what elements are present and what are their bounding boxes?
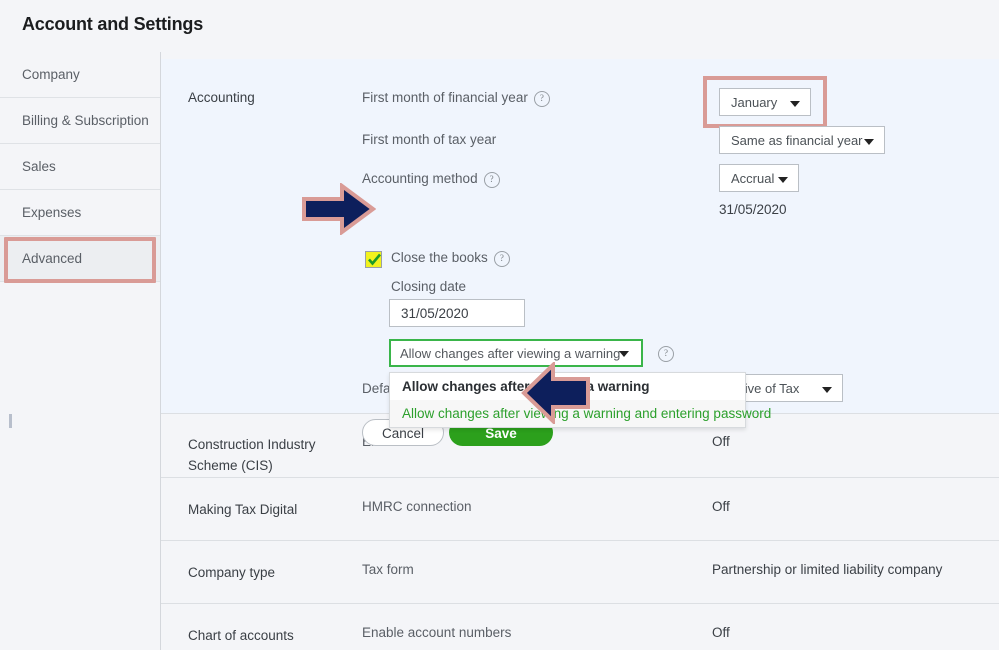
close-the-books-label: Close the books? [391, 250, 510, 267]
sidebar-item-label: Expenses [22, 205, 82, 220]
page-header: Account and Settings [0, 0, 999, 52]
close-the-books-checkbox[interactable] [365, 251, 382, 268]
help-icon[interactable]: ? [493, 251, 510, 267]
sidebar-item-label: Billing & Subscription [22, 113, 149, 128]
sidebar-empty-space [0, 282, 160, 462]
row-setting: HMRC connection [362, 499, 472, 514]
default-tax-label: Defa [362, 381, 391, 396]
select-value: Allow changes after viewing a warning [400, 346, 621, 361]
dropdown-option-warning-password[interactable]: Allow changes after viewing a warning an… [390, 400, 771, 427]
row-setting: Enable account numbers [362, 625, 512, 640]
first-month-financial-year-select[interactable]: January [719, 88, 811, 116]
page-title: Account and Settings [22, 14, 204, 34]
accounting-section: Accounting First month of financial year… [161, 59, 999, 446]
select-value: January [731, 95, 778, 110]
chevron-down-icon [619, 351, 629, 357]
select-value: Same as financial year [731, 133, 863, 148]
check-icon [368, 253, 381, 266]
settings-main-panel: Accounting First month of financial year… [161, 52, 999, 650]
sidebar-item-label: Company [22, 67, 80, 82]
row-name: Company type [188, 565, 276, 580]
row-chart-of-accounts[interactable]: Chart of accounts Enable account numbers… [161, 604, 999, 650]
chevron-down-icon [864, 139, 874, 145]
row-name: Chart of accounts [188, 628, 294, 643]
row-value: Partnership or limited liability company [712, 562, 943, 577]
accounting-method-select[interactable]: Accrual [719, 164, 799, 192]
sidebar-item-label: Sales [22, 159, 56, 174]
chevron-down-icon [790, 101, 800, 107]
sidebar-item-advanced[interactable]: Advanced [0, 236, 160, 282]
label-text: Close the books [391, 250, 488, 265]
settings-sidebar: Company Billing & Subscription Sales Exp… [0, 52, 161, 650]
row-making-tax-digital[interactable]: Making Tax Digital HMRC connection Off [161, 478, 999, 541]
sidebar-item-company[interactable]: Company [0, 52, 160, 98]
row-value: Off [712, 625, 730, 640]
first-month-financial-year-label: First month of financial year? [362, 90, 550, 107]
closing-date-input[interactable] [389, 299, 525, 327]
row-name: Making Tax Digital [188, 502, 298, 517]
select-value: Accrual [731, 171, 775, 186]
first-month-tax-year-select[interactable]: Same as financial year [719, 126, 885, 154]
close-books-warning-select[interactable]: Allow changes after viewing a warning [389, 339, 643, 367]
account-and-settings-page: Account and Settings Company Billing & S… [0, 0, 999, 650]
sidebar-item-sales[interactable]: Sales [0, 144, 160, 190]
sidebar-item-billing-subscription[interactable]: Billing & Subscription [0, 98, 160, 144]
sidebar-item-expenses[interactable]: Expenses [0, 190, 160, 236]
help-icon[interactable]: ? [658, 346, 674, 362]
help-icon[interactable]: ? [483, 172, 500, 188]
help-icon[interactable]: ? [533, 91, 550, 107]
closing-date-label: Closing date [391, 279, 467, 294]
row-setting: Tax form [362, 562, 414, 577]
warning-select-dropdown-menu: Allow changes after viewing a warning Al… [389, 372, 771, 428]
row-name: Construction Industry Scheme (CIS) [188, 437, 316, 473]
row-value: Off [712, 434, 730, 449]
accounting-method-label: Accounting method? [362, 171, 500, 188]
label-text: Accounting method [362, 171, 478, 186]
sidebar-item-label: Advanced [22, 251, 83, 266]
label-text: First month of financial year [362, 90, 528, 105]
dropdown-option-warning[interactable]: Allow changes after viewing a warning [390, 373, 745, 400]
close-books-display-value: 31/05/2020 [719, 202, 787, 217]
chevron-down-icon [778, 177, 788, 183]
first-month-tax-year-label: First month of tax year [362, 132, 497, 147]
left-edge-marker [9, 414, 12, 428]
row-company-type[interactable]: Company type Tax form Partnership or lim… [161, 541, 999, 604]
row-value: Off [712, 499, 730, 514]
chevron-down-icon [822, 387, 832, 393]
accounting-section-label: Accounting [188, 90, 255, 105]
